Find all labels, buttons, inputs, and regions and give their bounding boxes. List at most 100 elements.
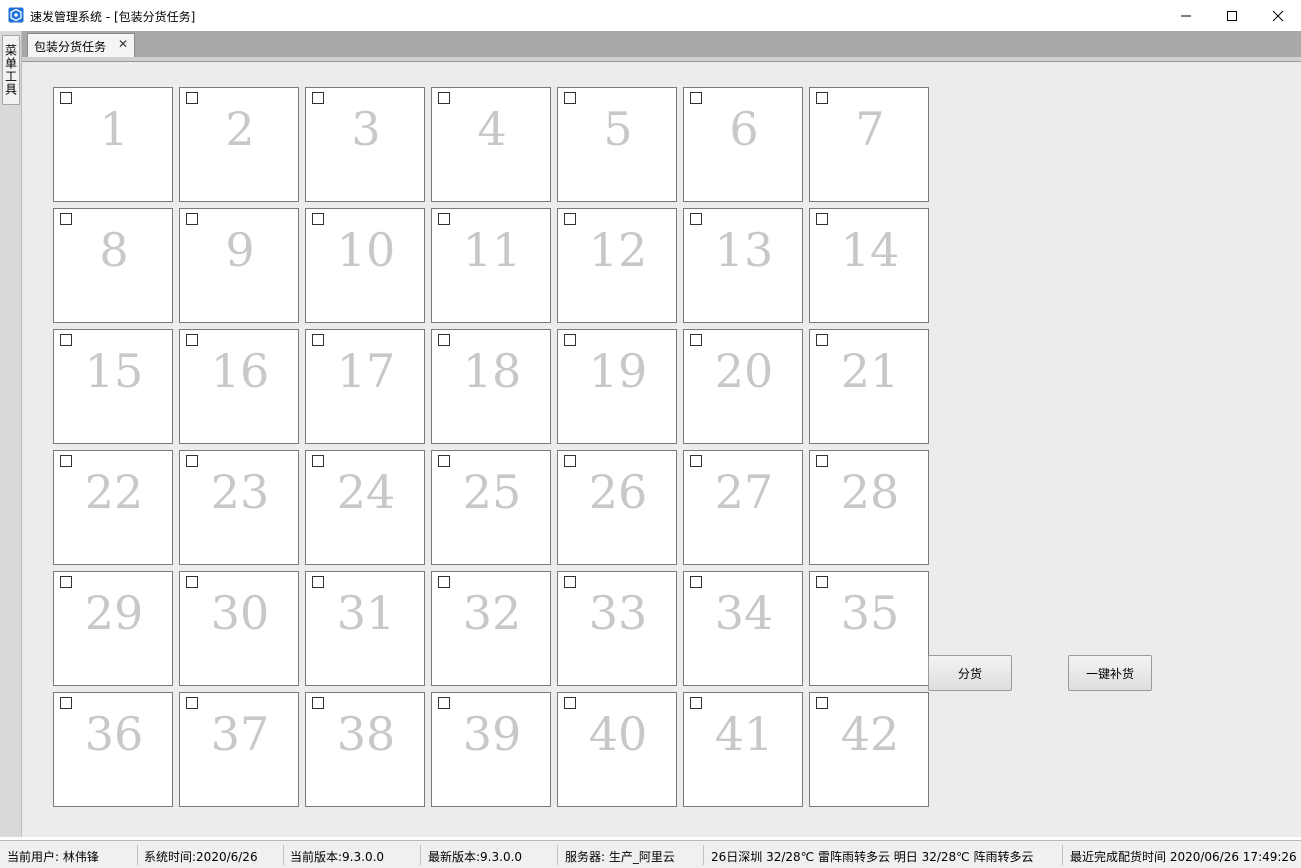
slot-cell[interactable]: 27: [683, 450, 803, 565]
slot-cell[interactable]: 40: [557, 692, 677, 807]
tab-label: 包装分货任务: [34, 40, 107, 54]
status-divider: [283, 845, 284, 865]
slot-number: 28: [840, 465, 900, 519]
status-server: 服务器: 生产_阿里云: [565, 850, 675, 864]
slot-cell[interactable]: 16: [179, 329, 299, 444]
minimize-icon: [1181, 15, 1191, 16]
maximize-icon: [1227, 10, 1237, 21]
slot-cell[interactable]: 2: [179, 87, 299, 202]
slot-number: 37: [210, 707, 270, 761]
slot-cell[interactable]: 42: [809, 692, 929, 807]
slot-cell[interactable]: 21: [809, 329, 929, 444]
slot-cell[interactable]: 15: [53, 329, 173, 444]
slot-number: 21: [840, 344, 900, 398]
slot-number: 3: [351, 102, 381, 156]
slot-number: 25: [462, 465, 522, 519]
slot-cell[interactable]: 4: [431, 87, 551, 202]
slot-number: 20: [714, 344, 774, 398]
slot-number: 35: [840, 586, 900, 640]
slot-number: 41: [714, 707, 774, 761]
slot-number: 26: [588, 465, 648, 519]
slot-cell[interactable]: 19: [557, 329, 677, 444]
slot-cell[interactable]: 39: [431, 692, 551, 807]
slot-number: 17: [336, 344, 396, 398]
side-tab-menu-tools[interactable]: 菜单工具: [2, 35, 20, 105]
slot-number: 24: [336, 465, 396, 519]
slot-number: 18: [462, 344, 522, 398]
slot-cell[interactable]: 17: [305, 329, 425, 444]
status-divider: [420, 845, 421, 865]
status-latest-version: 最新版本:9.3.0.0: [428, 850, 523, 864]
minimize-button[interactable]: [1163, 0, 1209, 31]
slot-number: 11: [462, 223, 522, 277]
slot-cell[interactable]: 7: [809, 87, 929, 202]
slot-cell[interactable]: 32: [431, 571, 551, 686]
slot-cell[interactable]: 41: [683, 692, 803, 807]
slot-number: 9: [225, 223, 255, 277]
slot-number: 29: [84, 586, 144, 640]
slot-cell[interactable]: 34: [683, 571, 803, 686]
distribute-button[interactable]: 分货: [928, 655, 1012, 691]
close-button[interactable]: [1255, 0, 1301, 31]
slot-number: 4: [477, 102, 507, 156]
slot-cell[interactable]: 24: [305, 450, 425, 565]
side-panel-strip: 菜单工具: [0, 31, 22, 837]
slot-cell[interactable]: 9: [179, 208, 299, 323]
slot-number: 33: [588, 586, 648, 640]
slot-cell[interactable]: 37: [179, 692, 299, 807]
status-divider: [137, 845, 138, 865]
slot-cell[interactable]: 8: [53, 208, 173, 323]
slot-cell[interactable]: 3: [305, 87, 425, 202]
slot-number: 14: [840, 223, 900, 277]
slot-cell[interactable]: 23: [179, 450, 299, 565]
one-click-restock-button[interactable]: 一键补货: [1068, 655, 1152, 691]
slot-cell[interactable]: 29: [53, 571, 173, 686]
slot-cell[interactable]: 30: [179, 571, 299, 686]
slot-cell[interactable]: 13: [683, 208, 803, 323]
slot-cell[interactable]: 20: [683, 329, 803, 444]
slot-number: 2: [225, 102, 255, 156]
slot-number: 16: [210, 344, 270, 398]
slot-cell[interactable]: 18: [431, 329, 551, 444]
status-divider: [557, 845, 558, 865]
slot-cell[interactable]: 38: [305, 692, 425, 807]
app-logo-icon: [8, 7, 24, 23]
slot-cell[interactable]: 6: [683, 87, 803, 202]
slot-cell[interactable]: 31: [305, 571, 425, 686]
slot-cell[interactable]: 33: [557, 571, 677, 686]
slot-number: 8: [99, 223, 129, 277]
tab-packaging-distribution[interactable]: 包装分货任务 ✕: [27, 33, 135, 57]
slot-number: 30: [210, 586, 270, 640]
slot-number: 22: [84, 465, 144, 519]
slot-cell[interactable]: 14: [809, 208, 929, 323]
status-current-user: 当前用户: 林伟锋: [7, 850, 99, 864]
slot-number: 39: [462, 707, 522, 761]
slot-cell[interactable]: 12: [557, 208, 677, 323]
status-system-time: 系统时间:2020/6/26: [144, 850, 258, 864]
slot-number: 27: [714, 465, 774, 519]
slot-number: 38: [336, 707, 396, 761]
side-tab-label: 菜单工具: [3, 44, 18, 96]
slot-cell[interactable]: 5: [557, 87, 677, 202]
slot-cell[interactable]: 28: [809, 450, 929, 565]
slot-cell[interactable]: 11: [431, 208, 551, 323]
slot-cell[interactable]: 22: [53, 450, 173, 565]
tab-close-icon[interactable]: ✕: [118, 37, 128, 51]
slot-cell[interactable]: 1: [53, 87, 173, 202]
slot-cell[interactable]: 36: [53, 692, 173, 807]
status-divider: [1062, 845, 1063, 865]
status-divider: [703, 845, 704, 865]
slot-number: 36: [84, 707, 144, 761]
maximize-button[interactable]: [1209, 0, 1255, 31]
slot-number: 34: [714, 586, 774, 640]
window-title: 速发管理系统 - [包装分货任务]: [30, 10, 196, 24]
slot-number: 31: [336, 586, 396, 640]
slot-cell[interactable]: 10: [305, 208, 425, 323]
status-bar: 当前用户: 林伟锋 系统时间:2020/6/26 当前版本:9.3.0.0 最新…: [0, 840, 1301, 868]
slot-cell[interactable]: 25: [431, 450, 551, 565]
status-current-version: 当前版本:9.3.0.0: [290, 850, 385, 864]
slot-cell[interactable]: 35: [809, 571, 929, 686]
slot-cell[interactable]: 26: [557, 450, 677, 565]
slot-number: 7: [855, 102, 885, 156]
close-icon: [1272, 10, 1284, 21]
